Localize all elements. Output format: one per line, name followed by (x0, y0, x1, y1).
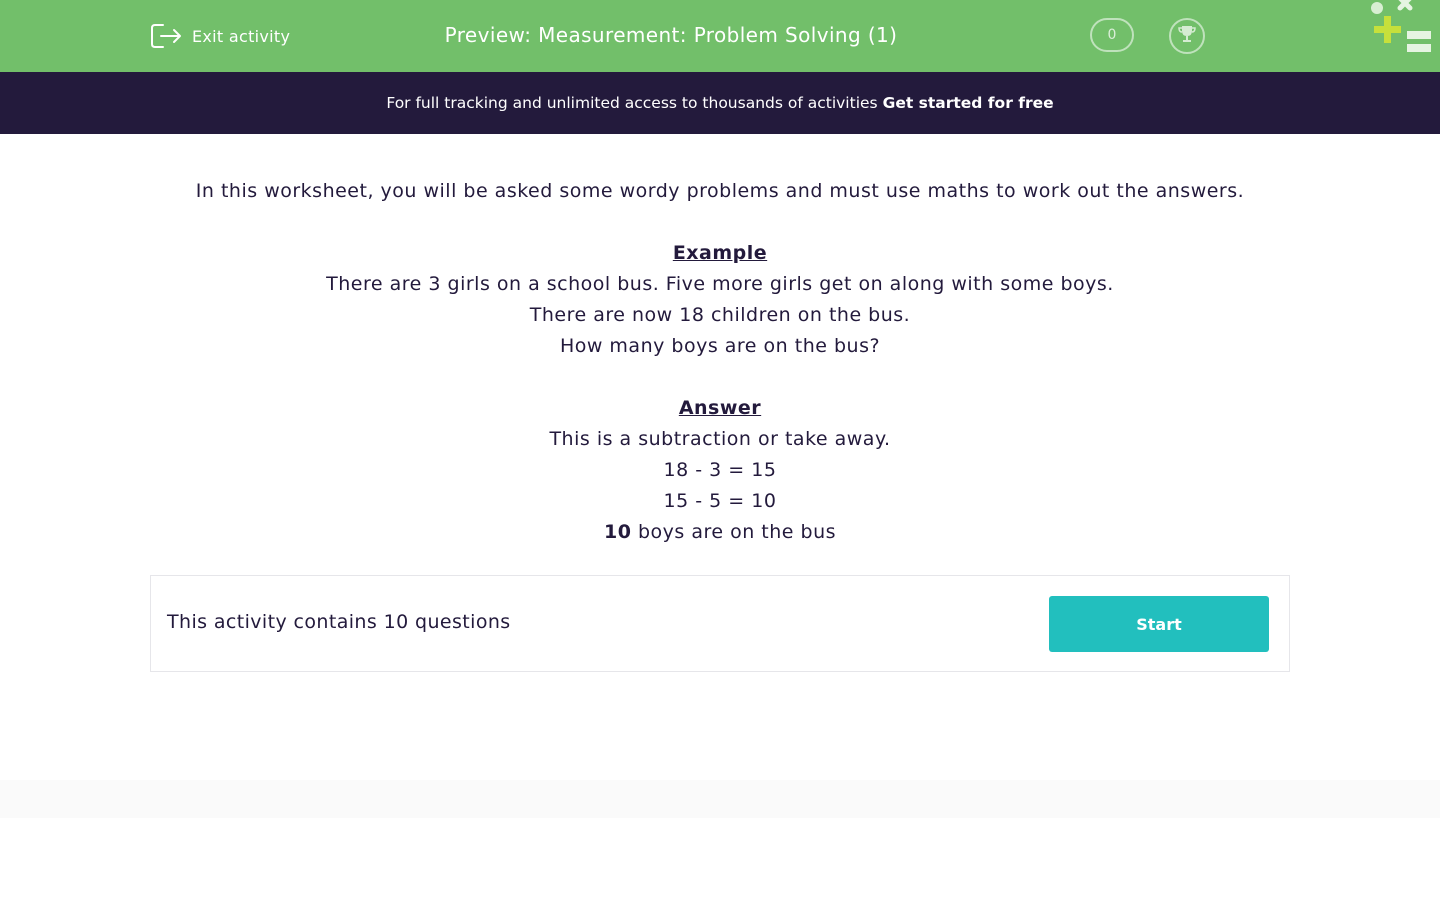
trophy-button[interactable] (1169, 18, 1205, 54)
worksheet-intro: In this worksheet, you will be asked som… (150, 176, 1290, 548)
example-line: There are 3 girls on a school bus. Five … (326, 273, 1114, 295)
question-count-text: This activity contains 10 questions (167, 611, 511, 633)
example-line: There are now 18 children on the bus. (529, 304, 911, 326)
example-heading: Example (672, 242, 768, 264)
maths-symbols-logo-icon (1364, 0, 1440, 72)
promo-text: For full tracking and unlimited access t… (386, 94, 878, 112)
score-badge: 0 (1090, 18, 1134, 52)
intro-text: In this worksheet, you will be asked som… (195, 180, 1245, 202)
answer-line: 15 - 5 = 10 (663, 490, 777, 512)
answer-final-number: 10 (603, 521, 632, 543)
trophy-icon (1176, 23, 1198, 49)
answer-final: 10 boys are on the bus (150, 517, 1290, 548)
answer-final-text: boys are on the bus (631, 521, 837, 543)
answer-line: 18 - 3 = 15 (663, 459, 777, 481)
top-bar: Exit activity Preview: Measurement: Prob… (0, 0, 1440, 72)
activity-start-panel: This activity contains 10 questions Star… (150, 575, 1290, 672)
exit-activity-button[interactable]: Exit activity (150, 22, 290, 50)
start-button[interactable]: Start (1049, 596, 1269, 652)
page-title: Preview: Measurement: Problem Solving (1… (444, 23, 898, 47)
example-line: How many boys are on the bus? (559, 335, 881, 357)
exit-activity-label: Exit activity (192, 26, 291, 46)
get-started-link[interactable]: Get started for free (883, 94, 1054, 112)
answer-heading: Answer (678, 397, 762, 419)
answer-line: This is a subtraction or take away. (549, 428, 891, 450)
exit-icon (150, 22, 182, 50)
footer-strip (0, 780, 1440, 818)
promo-banner: For full tracking and unlimited access t… (0, 72, 1440, 134)
